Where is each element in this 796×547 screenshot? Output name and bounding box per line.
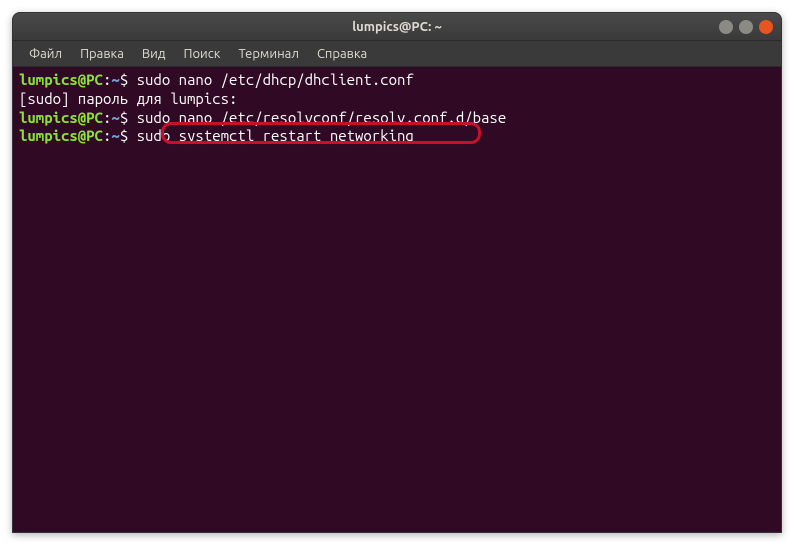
prompt-user: lumpics@PC: [19, 109, 103, 126]
titlebar: lumpics@PC: ~: [13, 13, 781, 41]
prompt-user: lumpics@PC: [19, 71, 103, 88]
terminal-window: lumpics@PC: ~ Файл Правка Вид Поиск Терм…: [12, 12, 782, 533]
prompt-dollar: $: [120, 71, 128, 88]
terminal-line: lumpics@PC:~$ sudo systemctl restart net…: [19, 127, 775, 146]
window-title: lumpics@PC: ~: [352, 20, 442, 34]
window-controls: [719, 20, 773, 34]
prompt-dollar: $: [120, 127, 128, 144]
minimize-icon[interactable]: [719, 20, 733, 34]
command-text: sudo nano /etc/dhcp/dhclient.conf: [128, 71, 414, 88]
output-text: [sudo] пароль для lumpics:: [19, 90, 237, 107]
close-icon[interactable]: [759, 20, 773, 34]
menu-view[interactable]: Вид: [134, 44, 174, 64]
prompt-path: ~: [111, 109, 119, 126]
prompt-path: ~: [111, 127, 119, 144]
menubar: Файл Правка Вид Поиск Терминал Справка: [13, 41, 781, 67]
prompt-dollar: $: [120, 109, 128, 126]
terminal-line: lumpics@PC:~$ sudo nano /etc/dhcp/dhclie…: [19, 71, 775, 90]
terminal-line: lumpics@PC:~$ sudo nano /etc/resolvconf/…: [19, 109, 775, 128]
prompt-user: lumpics@PC: [19, 127, 103, 144]
menu-file[interactable]: Файл: [21, 44, 70, 64]
menu-edit[interactable]: Правка: [72, 44, 132, 64]
menu-terminal[interactable]: Терминал: [230, 44, 306, 64]
prompt-path: ~: [111, 71, 119, 88]
terminal-body[interactable]: lumpics@PC:~$ sudo nano /etc/dhcp/dhclie…: [13, 67, 781, 150]
command-text: sudo nano /etc/resolvconf/resolv.conf.d/…: [128, 109, 506, 126]
command-text: sudo systemctl restart networking: [128, 127, 414, 144]
menu-search[interactable]: Поиск: [175, 44, 228, 64]
terminal-line: [sudo] пароль для lumpics:: [19, 90, 775, 109]
maximize-icon[interactable]: [739, 20, 753, 34]
menu-help[interactable]: Справка: [309, 44, 375, 64]
